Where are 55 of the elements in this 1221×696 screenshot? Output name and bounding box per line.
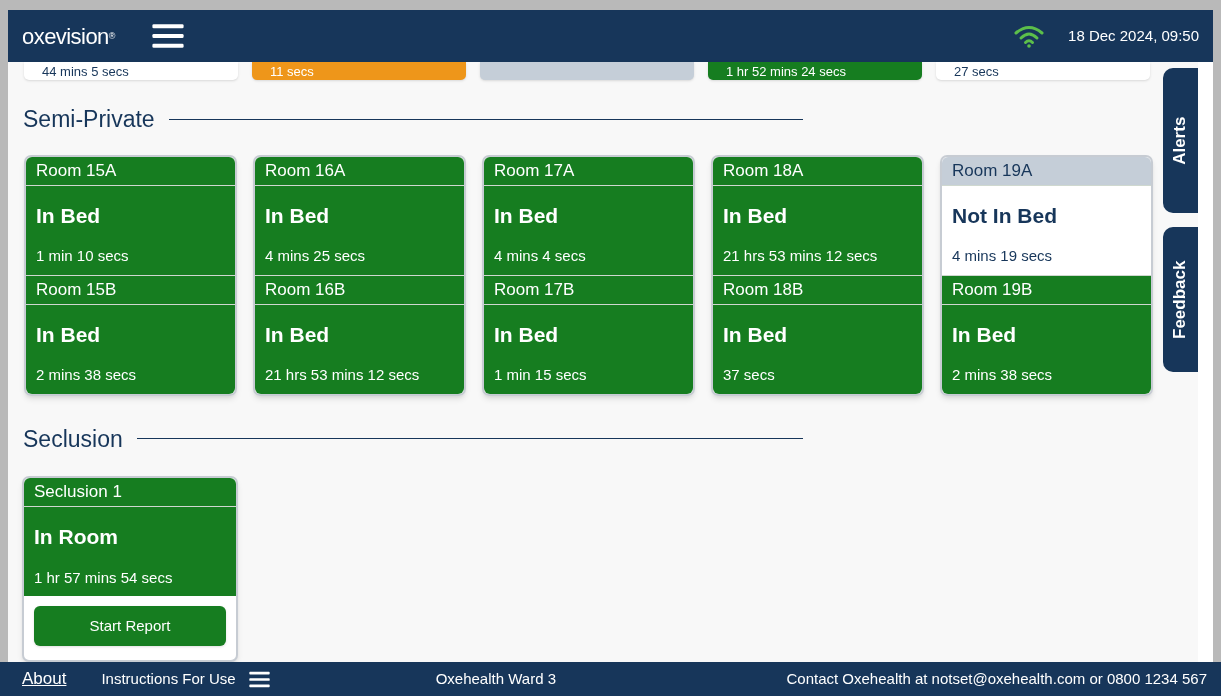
room-name: Room 17A [494, 159, 575, 182]
elapsed-time: 1 hr 57 mins 54 secs [34, 567, 174, 588]
elapsed-time: 11 secs [270, 64, 314, 78]
room-status: In Bed [494, 202, 560, 229]
room-card[interactable]: 44 mins 5 secs [24, 62, 238, 80]
room-card[interactable]: 27 secs [936, 62, 1150, 80]
instructions-link[interactable]: Instructions For Use [101, 667, 236, 691]
ward-name: Oxehealth Ward 3 [435, 668, 556, 689]
room-name: Room 19B [952, 278, 1033, 301]
room-status: In Room [34, 524, 119, 550]
room-name: Room 17B [494, 278, 575, 301]
elapsed-time: 1 min 10 secs [36, 246, 130, 266]
section-title: Seclusion [23, 424, 123, 454]
about-link[interactable]: About [22, 666, 67, 692]
side-tab[interactable]: Alerts [1163, 68, 1198, 213]
room-status: In Bed [952, 321, 1018, 348]
menu-icon[interactable] [150, 23, 185, 49]
room-status: Not In Bed [952, 202, 1058, 229]
room-name: Room 16A [265, 159, 346, 182]
room-status: In Bed [723, 202, 789, 229]
elapsed-time: 44 mins 5 secs [42, 64, 129, 78]
room-name: Room 15A [36, 159, 117, 182]
room-name: Seclusion 1 [34, 481, 122, 504]
section-title: Semi-Private [23, 105, 155, 134]
elapsed-time: 27 secs [954, 64, 999, 78]
elapsed-time: 21 hrs 53 mins 12 secs [265, 365, 421, 385]
contact-text: Contact Oxehealth at notset@oxehealth.com or 0800 1234 567 [786, 668, 1207, 689]
room-status: In Bed [494, 321, 560, 348]
room-name: Room 18B [723, 278, 804, 301]
elapsed-time: 2 mins 38 secs [36, 365, 138, 385]
elapsed-time: 2 mins 38 secs [952, 365, 1054, 385]
room-status: In Bed [265, 321, 331, 348]
room-status: In Bed [723, 321, 789, 348]
scrollbar-track[interactable] [1198, 62, 1213, 662]
start-report-button[interactable]: Start Report [34, 606, 226, 646]
elapsed-time: 1 hr 52 mins 24 secs [726, 64, 846, 78]
elapsed-time: 4 mins 25 secs [265, 246, 367, 266]
elapsed-time: 1 min 15 secs [494, 365, 588, 385]
side-tab[interactable]: Feedback [1163, 227, 1198, 372]
date-time: 18 Dec 2024, 09:50 [1068, 25, 1199, 46]
menu-icon[interactable] [247, 670, 271, 688]
room-name: Room 19A [952, 159, 1033, 182]
elapsed-time: 4 mins 19 secs [952, 246, 1054, 266]
room-name: Room 16B [265, 278, 346, 301]
wifi-icon [1014, 24, 1045, 48]
room-name: Room 18A [723, 159, 804, 182]
elapsed-time: 37 secs [723, 365, 776, 385]
room-status: In Bed [36, 321, 102, 348]
room-status: In Bed [36, 202, 102, 229]
room-status: In Bed [265, 202, 331, 229]
logo: oxevision$^{®}$ [22, 22, 115, 51]
room-card[interactable]: 1 hr 52 mins 24 secs [708, 62, 922, 80]
room-name: Room 15B [36, 278, 117, 301]
elapsed-time: 4 mins 4 secs [494, 246, 587, 266]
elapsed-time: 21 hrs 53 mins 12 secs [723, 246, 879, 266]
